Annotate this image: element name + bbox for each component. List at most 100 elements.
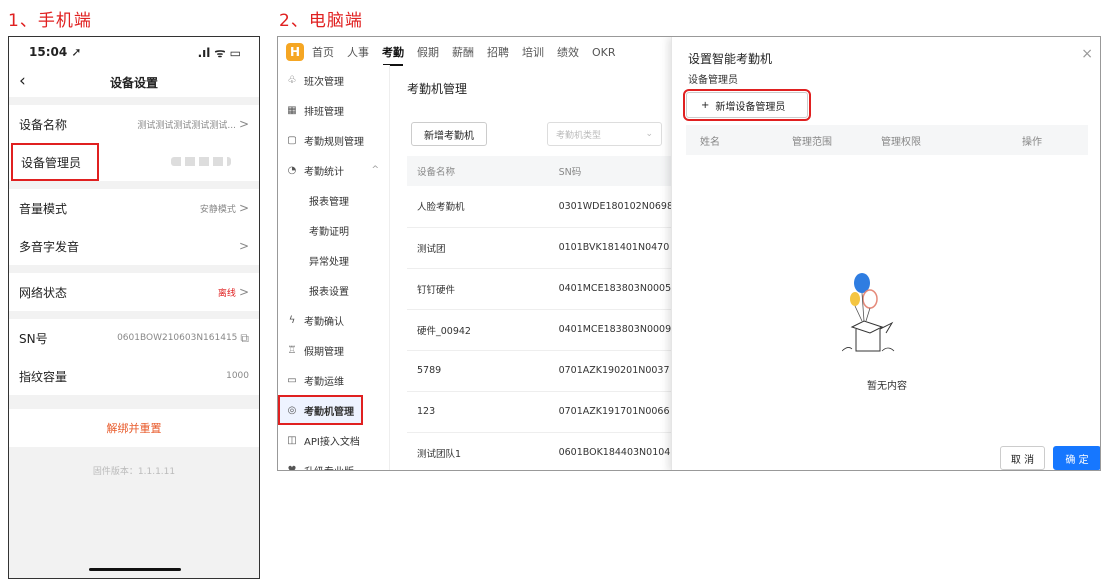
volume-mode-row[interactable]: 音量模式 安静模式 > — [9, 189, 259, 227]
row-value: 0601BOW210603N161415 — [117, 333, 238, 343]
column-header: 姓名 — [700, 136, 720, 148]
sidebar-item-4[interactable]: 报表管理 — [278, 185, 389, 215]
sidebar-item-5[interactable]: 考勤证明 — [278, 215, 389, 245]
row-label: 网络状态 — [19, 285, 68, 300]
sidebar-icon: ◔ — [287, 164, 297, 176]
unbind-reset-button[interactable]: 解绑并重置 — [9, 409, 259, 447]
sidebar-item-label: 异常处理 — [309, 256, 349, 268]
sidebar-icon: ▭ — [287, 374, 297, 386]
tab-recruit[interactable]: 招聘 — [487, 44, 509, 60]
device-name-cell: 测试团 — [407, 227, 549, 269]
sidebar-item-3[interactable]: ◔ 考勤统计 ^ — [278, 155, 389, 185]
tab-attendance[interactable]: 考勤 — [382, 44, 404, 66]
tab-performance[interactable]: 绩效 — [557, 44, 579, 60]
smart-device-modal: 设置智能考勤机 × 设备管理员 + 新增设备管理员 姓名 管理范围 管理权限 操… — [671, 37, 1100, 470]
top-nav: H 首页 人事 考勤 假期 薪酬 招聘 培训 绩效 OKR — [278, 37, 670, 67]
sn-cell: 0601BOK184403N0104 — [548, 432, 673, 470]
offline-status: 离线 — [217, 288, 236, 299]
chevron-right-icon: > — [238, 201, 249, 215]
sidebar-item-6[interactable]: 异常处理 — [278, 245, 389, 275]
sidebar-item-1[interactable]: ▦ 排班管理 — [278, 95, 389, 125]
table-row[interactable]: 硬件_00942 0401MCE183803N0009 — [407, 309, 673, 351]
sidebar-icon: ♖ — [287, 344, 297, 356]
tab-hr[interactable]: 人事 — [347, 44, 369, 60]
close-icon[interactable]: × — [1081, 46, 1093, 62]
column-header: 操作 — [1022, 136, 1042, 148]
sidebar-icon: ϟ — [288, 314, 296, 326]
status-time: 15:04 ➚ — [29, 45, 82, 59]
sidebar-item-12[interactable]: ◫ API接入文档 — [278, 425, 389, 455]
sidebar-item-7[interactable]: 报表设置 — [278, 275, 389, 305]
sidebar-item-10[interactable]: ▭ 考勤运维 — [278, 365, 389, 395]
table-row[interactable]: 钉钉硬件 0401MCE183803N0005 — [407, 268, 673, 310]
table-row[interactable]: 123 0701AZK191701N0066 — [407, 391, 673, 433]
device-table: 设备名称 SN码 人脸考勤机 0301WDE180102N0698 测试团 0101B… — [407, 156, 673, 470]
polyphone-row[interactable]: 多音字发音 > — [9, 227, 259, 265]
row-label: 多音字发音 — [19, 239, 80, 254]
sidebar-icon: ▦ — [287, 104, 297, 116]
sidebar-item-label: 升级专业版 — [304, 463, 354, 471]
nav-bar: ‹ 设备设置 — [9, 67, 259, 97]
status-icons: .ıl ᯤ ▭ — [197, 45, 241, 60]
sidebar-icon: ♧ — [287, 74, 297, 86]
tab-okr[interactable]: OKR — [592, 46, 616, 59]
sidebar-item-label: 排班管理 — [304, 106, 344, 118]
tab-training[interactable]: 培训 — [522, 44, 544, 60]
empty-text: 暂无内容 — [867, 381, 907, 392]
device-type-select[interactable]: 考勤机类型 ⌄ — [547, 122, 662, 146]
sn-cell: 0401MCE183803N0009 — [548, 309, 673, 351]
back-icon[interactable]: ‹ — [19, 71, 26, 91]
sidebar-item-label: 考勤证明 — [309, 226, 349, 238]
row-value: 测试测试测试测试测试... — [137, 120, 236, 131]
cancel-button[interactable]: 取 消 — [1000, 446, 1045, 470]
sn-cell: 0401MCE183803N0005 — [548, 268, 673, 310]
firmware-version: 固件版本：1.1.1.11 — [92, 467, 176, 477]
tab-home[interactable]: 首页 — [312, 44, 334, 60]
column-header: 管理权限 — [881, 136, 921, 148]
row-label: SN号 — [19, 331, 48, 346]
chevron-right-icon: > — [238, 117, 249, 131]
plus-icon: + — [701, 99, 710, 111]
empty-box-illustration — [842, 273, 895, 352]
table-row[interactable]: 测试团 0101BVK181401N0470 — [407, 227, 673, 269]
sidebar-item-2[interactable]: ▢ 考勤规则管理 — [278, 125, 389, 155]
device-name-cell: 测试团队1 — [407, 432, 549, 470]
table-row[interactable]: 5789 0701AZK190201N0037 — [407, 350, 673, 392]
app-logo[interactable]: H — [286, 43, 304, 61]
sn-cell: 0101BVK181401N0470 — [548, 227, 673, 269]
sidebar-item-label: 考勤运维 — [304, 376, 344, 388]
main-panel: 考勤机管理 新增考勤机 考勤机类型 ⌄ 设备名称 SN码 人脸考勤机 0301WD… — [391, 67, 673, 470]
nav-title: 设备设置 — [109, 75, 158, 90]
sidebar-item-label: 考勤机管理 — [304, 406, 354, 418]
add-admin-button[interactable]: + 新增设备管理员 — [683, 89, 811, 121]
sidebar-item-label: 考勤确认 — [304, 316, 344, 328]
sidebar-item-8[interactable]: ϟ 考勤确认 — [278, 305, 389, 335]
sidebar-item-11[interactable]: ◎ 考勤机管理 — [278, 395, 363, 425]
sidebar-item-label: API接入文档 — [304, 436, 360, 448]
table-row[interactable]: 测试团队1 0601BOK184403N0104 — [407, 432, 673, 470]
sidebar-item-13[interactable]: ♥ 升级专业版 — [278, 455, 389, 471]
confirm-button[interactable]: 确 定 — [1053, 446, 1100, 470]
sidebar-item-9[interactable]: ♖ 假期管理 — [278, 335, 389, 365]
copy-icon[interactable]: ⧉ — [240, 331, 249, 346]
add-admin-label: 新增设备管理员 — [715, 101, 786, 113]
section-label: 设备管理员 — [688, 75, 738, 86]
sn-row[interactable]: SN号 0601BOW210603N161415 ⧉ — [9, 319, 259, 357]
column-header: SN码 — [548, 156, 673, 186]
row-label: 设备名称 — [19, 117, 68, 132]
device-admin-row[interactable]: 设备管理员 — [9, 143, 259, 181]
tab-leave[interactable]: 假期 — [417, 44, 439, 60]
phone-screen: 15:04 ➚ .ıl ᯤ ▭ ‹ 设备设置 设备名称 测试测试测试测试测试..… — [8, 36, 260, 579]
sidebar-item-0[interactable]: ♧ 班次管理 — [278, 65, 389, 95]
select-placeholder: 考勤机类型 — [556, 130, 602, 141]
row-label: 指纹容量 — [19, 369, 68, 384]
column-header: 管理范围 — [792, 136, 832, 148]
sidebar-icon: ▢ — [287, 134, 297, 146]
network-status-row[interactable]: 网络状态 离线 > — [9, 273, 259, 311]
tab-salary[interactable]: 薪酬 — [452, 44, 474, 60]
sn-cell: 0301WDE180102N0698 — [548, 186, 673, 228]
table-row[interactable]: 人脸考勤机 0301WDE180102N0698 — [407, 186, 673, 228]
device-name-row[interactable]: 设备名称 测试测试测试测试测试... > — [9, 105, 259, 143]
add-device-button[interactable]: 新增考勤机 — [411, 122, 487, 146]
chevron-right-icon: > — [238, 239, 249, 253]
